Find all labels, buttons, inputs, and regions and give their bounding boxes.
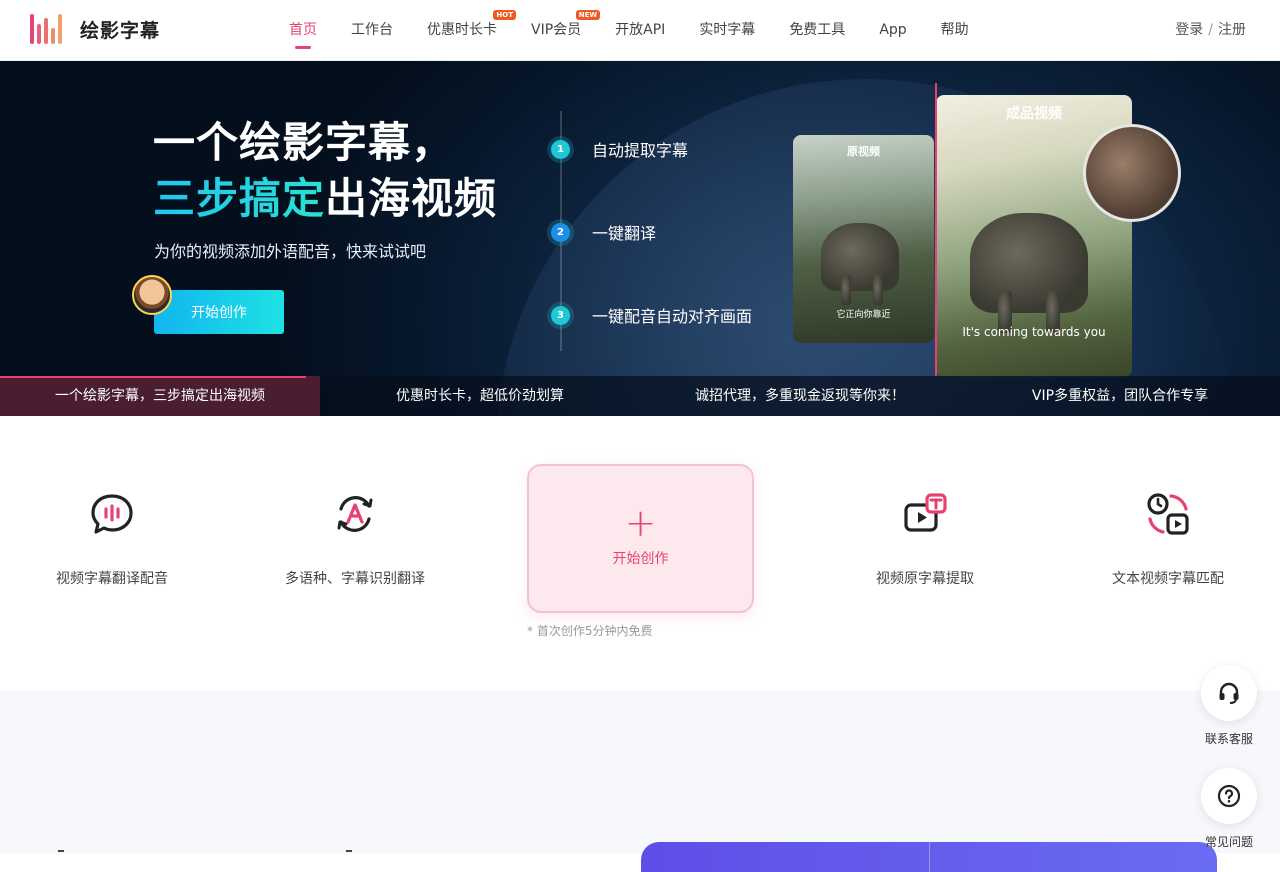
hero-title-line2: 三步搞定出海视频	[153, 165, 497, 226]
decorative-mark	[346, 850, 352, 852]
step-label: 一键翻译	[592, 224, 657, 243]
step-1: 1 自动提取字幕	[551, 137, 688, 161]
nav-item-8[interactable]: 帮助	[924, 0, 986, 61]
feature-label: 多语种、字幕识别翻译	[285, 571, 425, 587]
nav-item-label: 首页	[289, 22, 317, 38]
hero-tabs: 一个绘影字幕，三步搞定出海视频 优惠时长卡，超低价劲划算 诚招代理，多重现金返现…	[0, 376, 1280, 416]
feature-label: 视频原字幕提取	[876, 571, 974, 587]
nav-item-3[interactable]: VIP会员 NEW	[514, 0, 601, 61]
elephant-image	[970, 213, 1088, 313]
hero-banner: 一个绘影字幕， 三步搞定出海视频 为你的视频添加外语配音，快来试试吧 开始创作 …	[0, 61, 1280, 416]
hero-tab-2[interactable]: 优惠时长卡，超低价劲划算	[320, 376, 640, 416]
faq-button[interactable]	[1201, 768, 1257, 824]
nav-item-label: 工作台	[351, 22, 393, 38]
headset-icon	[1219, 682, 1239, 704]
hero-tab-4[interactable]: VIP多重权益，团队合作专享	[960, 376, 1280, 416]
nav-item-label: 优惠时长卡	[427, 22, 497, 38]
nav-item-6[interactable]: 免费工具	[772, 0, 862, 61]
create-label: 开始创作	[612, 551, 669, 567]
original-video-title: 原视频	[847, 145, 880, 158]
nav-item-label: VIP会员	[531, 22, 582, 38]
decorative-mark	[58, 850, 64, 852]
feature-label: 文本视频字幕匹配	[1112, 571, 1224, 587]
hero-subtitle: 为你的视频添加外语配音，快来试试吧	[154, 242, 427, 261]
feature-label: 视频字幕翻译配音	[56, 571, 168, 587]
nav-item-1[interactable]: 工作台	[334, 0, 410, 61]
register-link[interactable]: 注册	[1218, 22, 1246, 38]
translate-cycle-icon	[337, 496, 373, 532]
nav-badge: NEW	[575, 10, 601, 20]
step-number: 1	[551, 139, 570, 159]
question-icon	[1217, 784, 1241, 808]
faq-label: 常见问题	[1204, 835, 1253, 849]
compare-divider	[935, 83, 937, 377]
feature-match[interactable]: 文本视频字幕匹配	[1068, 492, 1268, 588]
nav-item-label: 免费工具	[789, 22, 846, 38]
feature-dubbing[interactable]: 视频字幕翻译配音	[12, 492, 212, 588]
original-caption: 它正向你靠近	[836, 310, 891, 320]
final-caption: It's coming towards you	[962, 325, 1106, 339]
hero-tab-1[interactable]: 一个绘影字幕，三步搞定出海视频	[0, 376, 320, 416]
plus-icon: +	[624, 501, 657, 545]
nav-item-7[interactable]: App	[862, 0, 923, 61]
hero-tab-3[interactable]: 诚招代理，多重现金返现等你来！	[640, 376, 960, 416]
step-label: 一键配音自动对齐画面	[592, 307, 753, 326]
elephant-leg	[841, 275, 851, 305]
hero-title-highlight: 三步搞定	[153, 174, 326, 223]
logo-icon	[28, 12, 68, 46]
customer-service-label: 联系客服	[1204, 732, 1253, 746]
logo[interactable]: 绘影字幕	[28, 12, 160, 46]
feature-multilang[interactable]: 多语种、字幕识别翻译	[255, 492, 455, 588]
video-text-icon	[904, 493, 947, 532]
nav-badge: HOT	[493, 10, 516, 20]
step-number: 3	[551, 305, 570, 325]
step-number: 2	[551, 222, 570, 242]
login-link[interactable]: 登录	[1175, 22, 1203, 38]
elephant-image	[821, 223, 899, 291]
nav-item-2[interactable]: 优惠时长卡 HOT	[410, 0, 516, 61]
lower-section	[0, 691, 1280, 872]
feature-extract[interactable]: 视频原字幕提取	[825, 492, 1025, 588]
step-3: 3 一键配音自动对齐画面	[551, 303, 752, 327]
final-video-title: 成品视频	[1006, 106, 1062, 122]
avatar	[132, 275, 172, 315]
create-card[interactable]: + 开始创作	[527, 464, 754, 613]
nav-item-label: 实时字幕	[699, 22, 756, 38]
logo-text: 绘影字幕	[80, 19, 161, 42]
nav-item-5[interactable]: 实时字幕	[682, 0, 772, 61]
speech-bubble-icon	[91, 494, 133, 534]
hero-title-rest: 出海视频	[325, 174, 498, 223]
step-label: 自动提取字幕	[592, 141, 689, 160]
nav-item-label: App	[879, 22, 907, 38]
elephant-leg	[873, 275, 883, 305]
free-trial-note: * 首次创作5分钟内免费	[527, 624, 653, 638]
step-2: 2 一键翻译	[551, 220, 656, 244]
nav-item-0[interactable]: 首页	[272, 0, 334, 61]
customer-service-button[interactable]	[1201, 665, 1257, 721]
nav-item-4[interactable]: 开放API	[598, 0, 682, 61]
nav-item-label: 开放API	[615, 22, 666, 38]
main-nav: 首页 工作台 优惠时长卡 HOT VIP会员 NEW 开放API 实时字幕 免费工具 App 帮助	[272, 0, 986, 61]
clock-video-icon	[1147, 493, 1189, 535]
feature-section: 视频字幕翻译配音 多语种、字幕识别翻译 + 开始创作 * 首次创作5分钟内免费 …	[0, 416, 1280, 691]
hero-title-line1: 一个绘影字幕，	[153, 118, 455, 167]
speaker-thumbnail	[1083, 124, 1181, 222]
login-register: 登录 / 注册	[1175, 0, 1246, 61]
original-video-card: 原视频 它正向你靠近	[793, 135, 934, 343]
login-separator: /	[1208, 22, 1213, 38]
lower-preview-card	[641, 842, 1217, 872]
nav-item-label: 帮助	[940, 22, 969, 38]
top-header: 绘影字幕 首页 工作台 优惠时长卡 HOT VIP会员 NEW 开放API 实时字幕 免费工具 A…	[0, 0, 1280, 61]
hero-start-button[interactable]: 开始创作	[154, 290, 284, 334]
